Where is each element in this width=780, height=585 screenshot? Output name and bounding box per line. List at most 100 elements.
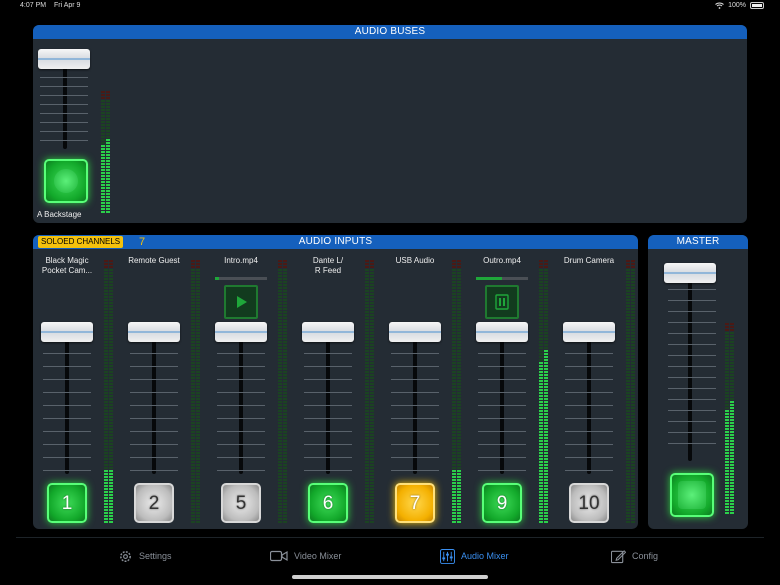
- meter-column: [365, 257, 369, 523]
- fader-tick: [43, 431, 91, 432]
- status-bar: 4:07 PM Fri Apr 9 100%: [0, 0, 780, 13]
- fader-tick: [43, 405, 91, 406]
- input-channel-strip: Outro.mp4 9: [468, 249, 555, 529]
- fader-tick: [668, 311, 716, 312]
- channel-fader-handle[interactable]: [128, 322, 180, 342]
- channel-fader-track[interactable]: [239, 339, 243, 474]
- audio-inputs-panel: AUDIO INPUTS SOLOED CHANNELS 7 Black Mag…: [33, 235, 638, 529]
- channel-level-meter: [626, 257, 635, 523]
- master-mute-button[interactable]: [670, 473, 714, 517]
- fader-tick: [478, 431, 526, 432]
- channel-fader-track[interactable]: [326, 339, 330, 474]
- channel-fader-handle[interactable]: [476, 322, 528, 342]
- channel-fader-track[interactable]: [587, 339, 591, 474]
- channel-name-label: Dante L/ R Feed: [312, 256, 344, 275]
- channel-level-meter: [539, 257, 548, 523]
- fader-tick: [668, 443, 716, 444]
- fader-tick: [391, 418, 439, 419]
- fader-tick: [478, 418, 526, 419]
- meter-column: [278, 257, 282, 523]
- bus-strip: A Backstage: [33, 39, 123, 223]
- audio-buses-header: AUDIO BUSES: [33, 25, 747, 39]
- bus-mute-button[interactable]: [44, 159, 88, 203]
- channel-button-6[interactable]: 6: [308, 483, 348, 523]
- channel-fader-track[interactable]: [413, 339, 417, 474]
- channel-number: 5: [235, 493, 247, 514]
- master-fader-handle[interactable]: [664, 263, 716, 283]
- wifi-icon: [715, 2, 724, 9]
- channel-fader-handle[interactable]: [215, 322, 267, 342]
- fader-tick: [668, 366, 716, 367]
- soloed-channels-badge[interactable]: SOLOED CHANNELS: [38, 236, 124, 248]
- fader-tick: [668, 377, 716, 378]
- play-button[interactable]: [224, 285, 258, 319]
- fader-tick: [478, 405, 526, 406]
- channel-button-9[interactable]: 9: [482, 483, 522, 523]
- home-indicator: [292, 575, 488, 579]
- meter-column: [196, 257, 200, 523]
- channel-number: 7: [409, 493, 421, 514]
- fader-tick: [478, 366, 526, 367]
- channel-number: 9: [496, 493, 508, 514]
- fader-tick: [43, 366, 91, 367]
- channel-fader-track[interactable]: [152, 339, 156, 474]
- fader-tick: [40, 131, 88, 132]
- pause-button[interactable]: [485, 285, 519, 319]
- fader-tick: [217, 405, 265, 406]
- bus-fader-handle[interactable]: [38, 49, 90, 69]
- tab-video-mixer-label: Video Mixer: [294, 551, 342, 561]
- fader-tick: [668, 300, 716, 301]
- channel-button-5[interactable]: 5: [221, 483, 261, 523]
- tab-settings[interactable]: Settings: [118, 547, 172, 565]
- meter-column: [452, 257, 456, 523]
- channel-fader-handle[interactable]: [302, 322, 354, 342]
- fader-tick: [478, 470, 526, 471]
- channel-button-2[interactable]: 2: [134, 483, 174, 523]
- channel-name-label: Outro.mp4: [483, 256, 521, 265]
- fader-tick: [217, 366, 265, 367]
- master-strip: [648, 249, 748, 529]
- channel-button-7[interactable]: 7: [395, 483, 435, 523]
- fader-tick: [668, 333, 716, 334]
- fader-tick: [391, 379, 439, 380]
- channel-number: 6: [322, 493, 334, 514]
- tab-config-label: Config: [632, 551, 659, 561]
- fader-tick: [391, 431, 439, 432]
- master-header: MASTER: [648, 235, 748, 249]
- tab-video-mixer[interactable]: Video Mixer: [270, 547, 341, 565]
- fader-tick: [43, 457, 91, 458]
- fader-tick: [217, 379, 265, 380]
- tab-audio-mixer[interactable]: Audio Mixer: [440, 547, 509, 565]
- soloed-channels-count: 7: [139, 236, 146, 248]
- channel-fader-handle[interactable]: [41, 322, 93, 342]
- fader-tick: [565, 457, 613, 458]
- fader-tick: [130, 392, 178, 393]
- fader-tick: [304, 431, 352, 432]
- channel-button-10[interactable]: 10: [569, 483, 609, 523]
- fader-tick: [668, 344, 716, 345]
- fader-tick: [668, 355, 716, 356]
- fader-tick: [130, 405, 178, 406]
- fader-tick: [391, 353, 439, 354]
- channel-level-meter: [278, 257, 287, 523]
- gear-icon: [120, 550, 131, 562]
- master-level-meter: [725, 256, 734, 514]
- channel-number: 2: [148, 493, 160, 514]
- channel-fader-handle[interactable]: [389, 322, 441, 342]
- video-camera-icon: [270, 550, 288, 562]
- channel-button-1[interactable]: 1: [47, 483, 87, 523]
- channel-fader-handle[interactable]: [563, 322, 615, 342]
- fader-tick: [43, 470, 91, 471]
- channel-name-label: Remote Guest: [128, 256, 180, 265]
- fader-tick: [391, 366, 439, 367]
- audio-inputs-header: AUDIO INPUTS: [33, 235, 638, 249]
- pause-icon: [487, 287, 517, 322]
- fader-tick: [668, 432, 716, 433]
- channel-fader-track[interactable]: [500, 339, 504, 474]
- fader-tick: [217, 418, 265, 419]
- channel-name-label: Drum Camera: [563, 256, 615, 265]
- fader-tick: [130, 444, 178, 445]
- channel-fader-track[interactable]: [65, 339, 69, 474]
- bus-level-meter: [101, 47, 110, 213]
- tab-config[interactable]: Config: [611, 547, 658, 565]
